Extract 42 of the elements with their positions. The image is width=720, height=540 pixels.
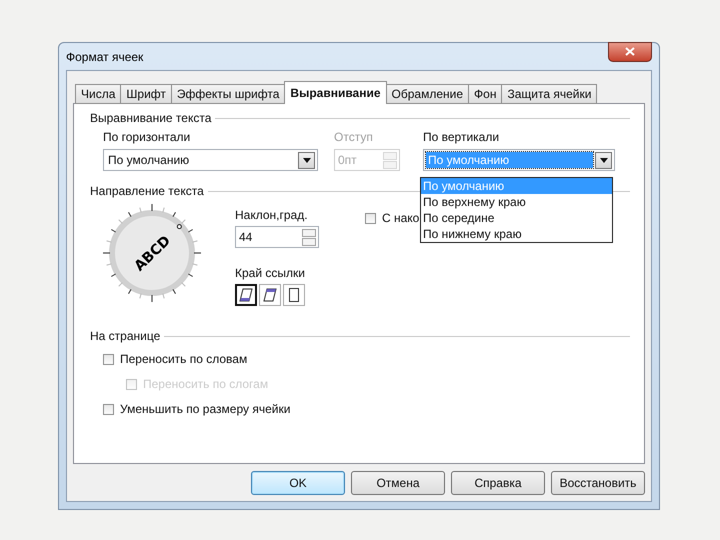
window-title: Формат ячеек bbox=[66, 50, 144, 64]
checkbox-label: Переносить по словам bbox=[120, 352, 248, 366]
close-icon bbox=[625, 47, 635, 56]
tab[interactable]: Защита ячейки bbox=[501, 84, 598, 104]
dropdown[interactable]: По умолчанию bbox=[103, 149, 318, 171]
spin-up-button[interactable] bbox=[302, 228, 316, 236]
edge-toggle-button[interactable] bbox=[235, 284, 257, 306]
spin-field[interactable]: 44 bbox=[235, 226, 319, 248]
rectangle-icon bbox=[289, 288, 299, 302]
tab[interactable]: Эффекты шрифта bbox=[170, 84, 286, 104]
checkbox[interactable] bbox=[365, 212, 376, 224]
field-label: По вертикали bbox=[423, 130, 500, 144]
caret-icon bbox=[600, 158, 608, 162]
top-edge-icon bbox=[263, 288, 277, 302]
tab[interactable]: Выравнивание bbox=[284, 81, 387, 104]
bottom-edge-icon bbox=[239, 288, 253, 302]
section-heading: На странице bbox=[90, 329, 160, 343]
dropdown-button[interactable] bbox=[595, 152, 612, 168]
caret-icon bbox=[302, 158, 310, 162]
spin-down-button[interactable] bbox=[302, 238, 316, 246]
checkbox-label: Уменьшить по размеру ячейки bbox=[120, 402, 290, 416]
tab[interactable]: Фон bbox=[468, 84, 502, 104]
edge-toggle-button[interactable] bbox=[283, 284, 305, 306]
edge-toggle-button[interactable] bbox=[259, 284, 281, 306]
tab[interactable]: Обрамление bbox=[386, 84, 470, 104]
dialog-button[interactable]: Восстановить bbox=[551, 471, 645, 495]
section-heading: Выравнивание текста bbox=[90, 111, 212, 125]
close-button[interactable] bbox=[608, 42, 652, 62]
tab[interactable]: Числа bbox=[75, 84, 122, 104]
checkbox[interactable] bbox=[103, 354, 114, 364]
dropdown-button[interactable] bbox=[298, 152, 315, 168]
section-heading: Направление текста bbox=[90, 184, 204, 198]
dialog-button[interactable]: Отмена bbox=[351, 471, 445, 495]
field-label: По горизонтали bbox=[103, 130, 192, 144]
dialog-button[interactable]: Справка bbox=[451, 471, 545, 495]
checkbox[interactable] bbox=[103, 404, 114, 414]
tab[interactable]: Шрифт bbox=[120, 84, 172, 104]
field-label: Край ссылки bbox=[235, 266, 306, 280]
field-label: Отступ bbox=[334, 130, 374, 144]
field-label: Наклон,град. bbox=[235, 208, 309, 222]
dialog-button[interactable]: OK bbox=[251, 471, 345, 495]
checkbox-label: С нако bbox=[382, 211, 420, 225]
